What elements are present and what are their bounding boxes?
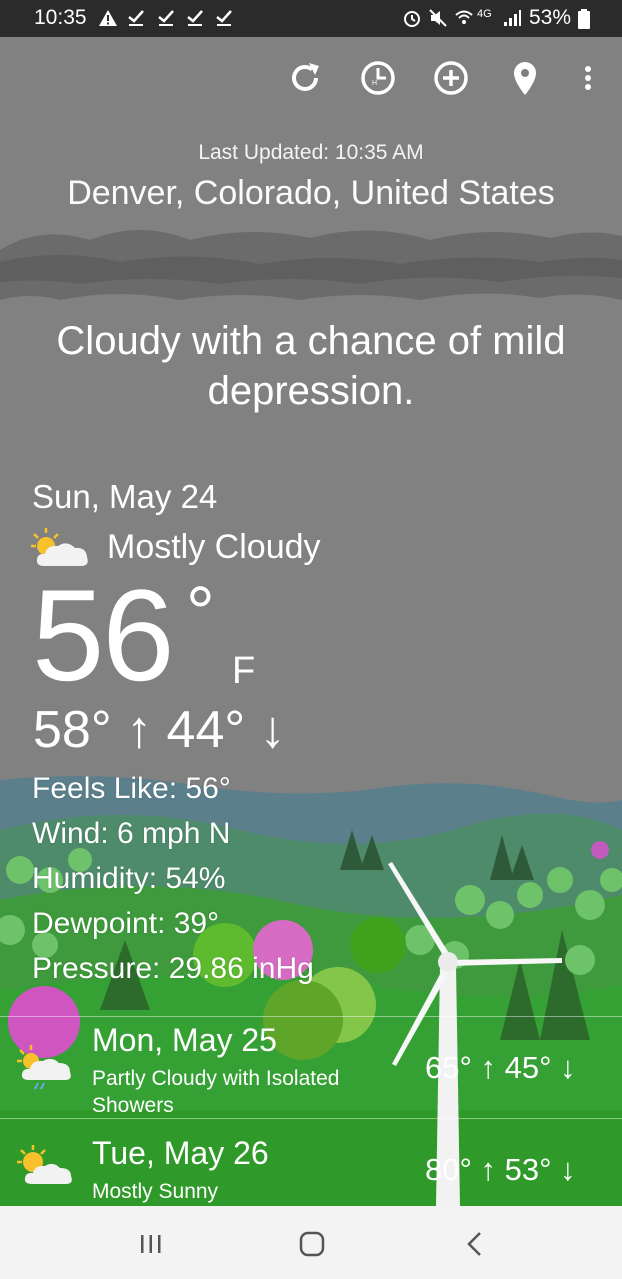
forecast-description: Mostly Sunny [92, 1180, 219, 1203]
forecast-high-low: 65° ↑ 45° ↓ [425, 1050, 576, 1085]
recent-apps-icon[interactable] [131, 1224, 171, 1264]
forecast-date: Tue, May 26 [92, 1135, 269, 1171]
degree-symbol: ° [186, 573, 215, 653]
warning-icon [99, 10, 117, 26]
current-date: Sun, May 24 [32, 478, 218, 515]
location-name[interactable]: Denver, Colorado, United States [0, 174, 622, 213]
forecast-description: Partly Cloudy with Isolated Showers [92, 1067, 340, 1117]
location-pin-icon[interactable] [505, 58, 545, 98]
refresh-icon[interactable] [285, 58, 325, 98]
history-icon[interactable]: H [358, 58, 398, 98]
home-icon[interactable] [292, 1224, 332, 1264]
forecast-high-low: 80° ↑ 53° ↓ [425, 1152, 576, 1187]
current-high-low: 58° ↑ 44° ↓ [33, 701, 286, 759]
temperature-unit[interactable]: F [232, 650, 255, 693]
check-icon [128, 10, 144, 26]
status-time: 10:35 [34, 6, 87, 29]
current-temperature: 56 [32, 562, 175, 708]
check-icon [216, 10, 232, 26]
mute-icon [429, 9, 447, 27]
last-updated-text: Last Updated: 10:35 AM [198, 141, 424, 164]
check-icon [158, 10, 174, 26]
forecast-date: Mon, May 25 [92, 1022, 277, 1058]
network-type: 4G [477, 8, 492, 20]
dewpoint: Dewpoint: 39° [32, 907, 220, 940]
wifi-icon [455, 10, 473, 24]
signal-icon [504, 10, 521, 26]
humidity: Humidity: 54% [32, 862, 226, 895]
weather-slogan: Cloudy with a chance of mild depression. [56, 319, 566, 413]
battery-percent: 53% [529, 6, 572, 29]
feels-like: Feels Like: 56° [32, 772, 231, 805]
back-icon[interactable] [455, 1224, 495, 1264]
wind: Wind: 6 mph N [32, 817, 231, 850]
svg-text:H: H [372, 80, 377, 87]
partly-cloudy-showers-icon [17, 1045, 71, 1090]
battery-icon [578, 9, 590, 29]
mostly-sunny-icon [17, 1145, 72, 1184]
pressure: Pressure: 29.86 inHg [32, 952, 314, 985]
alarm-icon [404, 11, 420, 27]
overflow-menu-icon[interactable] [568, 58, 608, 98]
add-location-icon[interactable] [431, 58, 471, 98]
check-icon [187, 10, 203, 26]
